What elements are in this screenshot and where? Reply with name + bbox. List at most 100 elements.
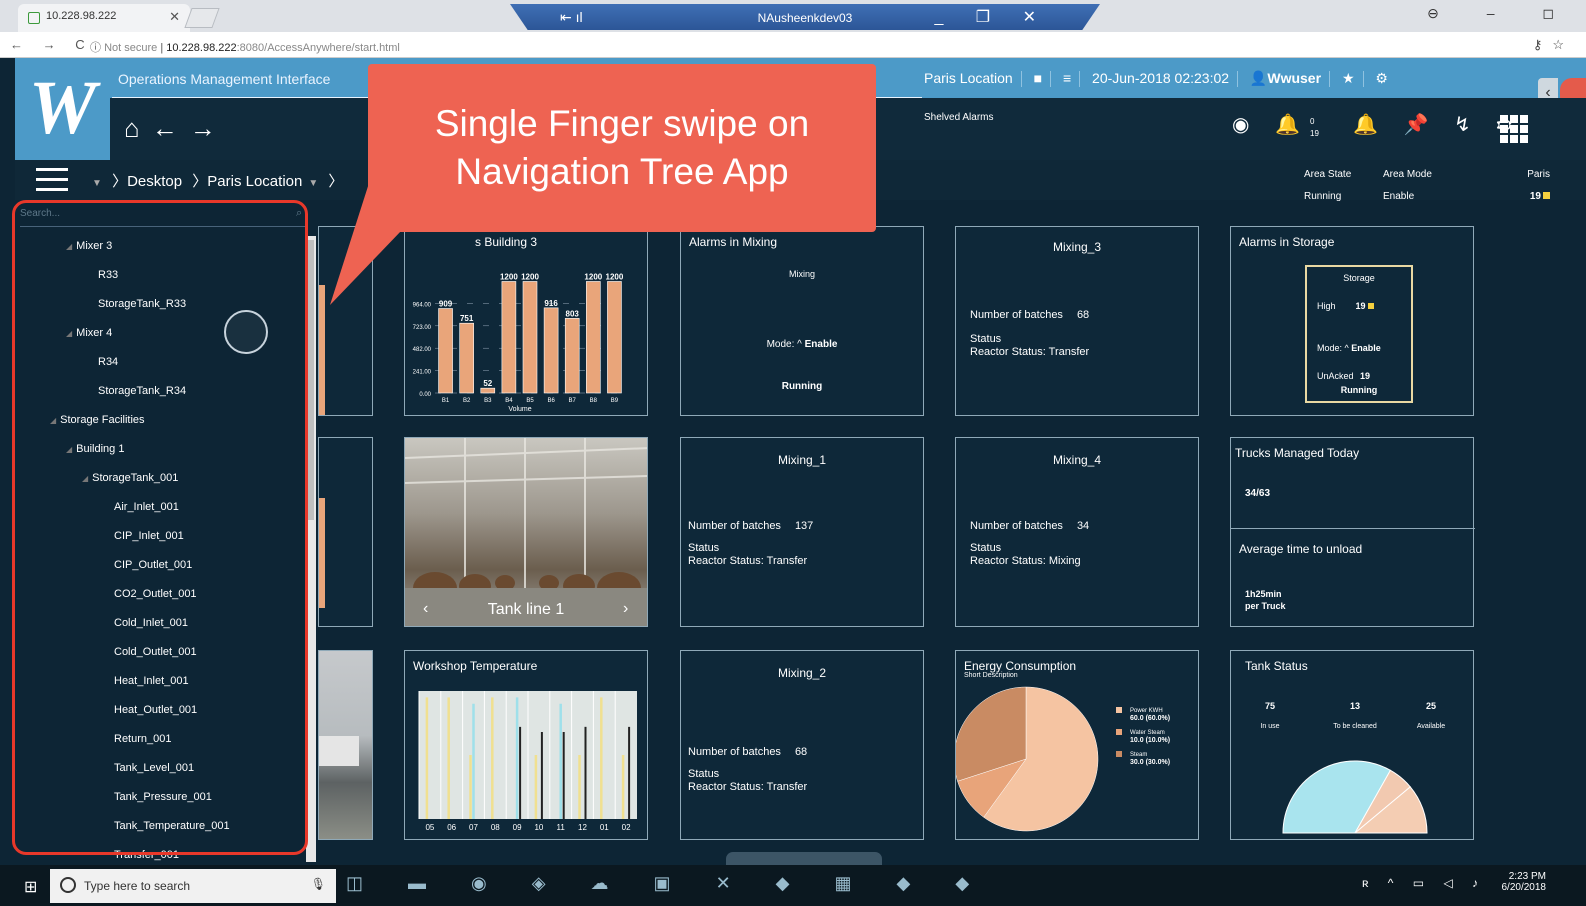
tile-mixing1[interactable]: Mixing_1 Number of batches 137 Status Reac… (680, 437, 924, 627)
tile-tank-line-photo[interactable]: ‹ Tank line 1 › (404, 437, 648, 627)
tile-divider (1231, 528, 1475, 529)
bar (522, 281, 538, 394)
unacked-row: UnAcked 19 (1317, 371, 1371, 381)
browser-tab[interactable]: 10.228.98.222 ✕ (18, 4, 190, 32)
app-grid-icon[interactable] (1500, 115, 1528, 143)
message-icon[interactable]: ≡ (1063, 70, 1071, 86)
x-tick-label: B3 (484, 398, 492, 404)
bar-value-label: 751 (460, 314, 474, 323)
paris-alarm-summary: Paris 19 (1516, 164, 1550, 208)
bar (564, 318, 580, 394)
area-mode: Area Mode Enable (1383, 164, 1432, 208)
home-icon[interactable]: ⌂ (124, 113, 152, 143)
alarm-bell-outline-icon[interactable]: 🔔 (1353, 114, 1388, 136)
tile-title: Tank Status (1245, 659, 1308, 673)
breadcrumb-desktop[interactable]: Desktop (127, 173, 182, 190)
microphone-icon[interactable]: 🎙 (311, 877, 326, 891)
back-forward-reload-icon[interactable]: ← → C (10, 37, 93, 52)
callout-line-2: Navigation Tree App (455, 151, 789, 192)
storage-state: Running (1340, 385, 1378, 395)
trend-icon[interactable]: ↯ (1454, 114, 1481, 136)
tile-mixing4[interactable]: Mixing_4 Number of batches 34 Status React… (955, 437, 1199, 627)
alarm-bell-icon[interactable]: 🔔 (1275, 114, 1310, 136)
dashboard-scroll-pill[interactable] (726, 852, 882, 865)
breadcrumb-paris[interactable]: Paris Location (207, 173, 302, 190)
tile-mixing2[interactable]: Mixing_2 Number of batches 68 Status React… (680, 650, 924, 840)
tile-tank-status[interactable]: Tank Status 75 In use 13 To be cleaned 25 A… (1230, 650, 1474, 840)
user-name[interactable]: Wwuser (1267, 70, 1321, 86)
tile-trucks[interactable]: Trucks Managed Today 34/63 Average time … (1230, 437, 1475, 627)
status-block: Status Reactor Status: Mixing (970, 542, 1081, 567)
high-row: High 19 (1317, 301, 1374, 311)
legend-swatch (1116, 729, 1122, 735)
remote-window-controls-icon[interactable]: _ ❐ ✕ (934, 7, 1050, 27)
system-clock[interactable]: 2:23 PM 6/20/2018 (1502, 871, 1547, 893)
x-tick-label: B4 (505, 398, 513, 404)
tile-workshop-temperature[interactable]: Workshop Temperature 05 06 07 08 09 10 11 12 01 0… (404, 650, 648, 840)
url-text[interactable]: ⓘ Not secure | 10.228.98.222:8080/Access… (90, 39, 400, 55)
system-tray-icons[interactable]: ʀ ^ ▭ ◁ ♪ (1362, 876, 1486, 890)
hamburger-menu-icon[interactable] (36, 168, 68, 192)
tile-title: Trucks Managed Today (1235, 446, 1360, 460)
tile-alarms-storage[interactable]: Alarms in Storage Storage High 19 Mode: ^… (1230, 226, 1474, 416)
pin-icon[interactable]: 📌 (1404, 114, 1439, 136)
bar (501, 281, 517, 394)
mode-row: Mode: ^ Enable (766, 339, 838, 350)
address-bar[interactable]: ← → C ⓘ Not secure | 10.228.98.222:8080/… (0, 32, 1586, 58)
next-slide-icon[interactable]: › (623, 600, 628, 618)
area-state-value: Running (1304, 191, 1342, 202)
breadcrumb: ▼ 〉Desktop 〉Paris Location ▼ 〉 (92, 173, 344, 190)
legend-swatch (1116, 751, 1122, 757)
taskbar-search-placeholder: Type here to search (84, 879, 191, 893)
cortana-icon (60, 877, 76, 893)
bar (438, 308, 453, 394)
bar (459, 322, 474, 394)
scroll-thumb[interactable] (308, 240, 314, 520)
eye-icon[interactable]: ◉ (1232, 114, 1259, 136)
tank-available: 25 Available (1416, 701, 1446, 730)
tile-title: s Building 3 (475, 235, 538, 249)
batches-row: Number of batches 34 (970, 520, 1090, 532)
settings-gear-icon[interactable]: ⚙ (1375, 70, 1388, 86)
remote-session-bar: ⇤ ıl NAusheenkdev03 _ ❐ ✕ (510, 4, 1100, 30)
legend-value: 30.0 (30.0%) (1130, 759, 1170, 766)
area-state: Area State Running (1304, 164, 1351, 208)
key-star-icon[interactable]: ⚷☆ (1533, 37, 1574, 53)
tile-partial-2[interactable] (318, 437, 373, 627)
windows-start-icon[interactable]: ⊞ (24, 877, 37, 897)
x-tick-label: 02 (622, 823, 631, 832)
tile-alarms-mixing[interactable]: Alarms in Mixing Mixing Mode: ^ Enable R… (680, 226, 924, 416)
favorite-star-icon[interactable]: ★ (1342, 70, 1355, 86)
trucks-value: 34/63 (1245, 488, 1271, 499)
storage-alarm-box[interactable]: Storage High 19 Mode: ^ Enable UnAcked 19… (1305, 265, 1413, 403)
area-state-label: Area State (1304, 169, 1352, 180)
tile-mixing3[interactable]: Mixing_3 Number of batches 68 Status React… (955, 226, 1199, 416)
tile-subtitle: Short Description (964, 672, 1018, 679)
clock-date: 6/20/2018 (1501, 882, 1547, 893)
close-tab-icon[interactable]: ✕ (169, 9, 180, 25)
x-tick-label: 10 (534, 823, 543, 832)
x-tick-label: B7 (569, 398, 577, 404)
location-label[interactable]: Paris Location (924, 70, 1013, 86)
tile-trucks-photo[interactable] (318, 650, 373, 840)
tile-energy-consumption[interactable]: Energy Consumption Short Description Pow… (955, 650, 1199, 840)
batches-row: Number of batches 68 (970, 309, 1090, 321)
datetime-label: 20-Jun-2018 02:23:02 (1092, 70, 1230, 86)
camera-icon[interactable]: ■ (1034, 70, 1042, 86)
taskbar-app-icons[interactable]: ◫ ▬ ◉ ◈ ☁ ▣ ✕ ◆ ▦ ◆ ◆ (346, 873, 989, 894)
y-tick-label: 723.00 (413, 325, 432, 331)
paris-label: Paris (1527, 169, 1550, 180)
back-arrow-icon[interactable]: ← (152, 113, 190, 143)
alarm-counts: 0 19 (1310, 116, 1319, 140)
bar-value-label: 1200 (606, 272, 624, 281)
app-title: Operations Management Interface (118, 71, 331, 87)
area-mode-value: Enable (1383, 191, 1415, 202)
window-controls-icon[interactable]: ⊖ – ◻ (1427, 5, 1576, 22)
clock-time: 2:23 PM (1508, 871, 1546, 882)
batches-row: Number of batches 68 (688, 746, 808, 758)
forward-arrow-icon[interactable]: → (190, 113, 228, 143)
avg-unload-value: 1h25min per Truck (1245, 589, 1286, 611)
taskbar-search-box[interactable]: Type here to search 🎙 (50, 869, 336, 903)
screen: 10.228.98.222 ✕ ⇤ ıl NAusheenkdev03 _ ❐ … (0, 0, 1586, 906)
windows-taskbar: ⊞ Type here to search 🎙 ◫ ▬ ◉ ◈ ☁ ▣ ✕ ◆ … (0, 865, 1586, 906)
